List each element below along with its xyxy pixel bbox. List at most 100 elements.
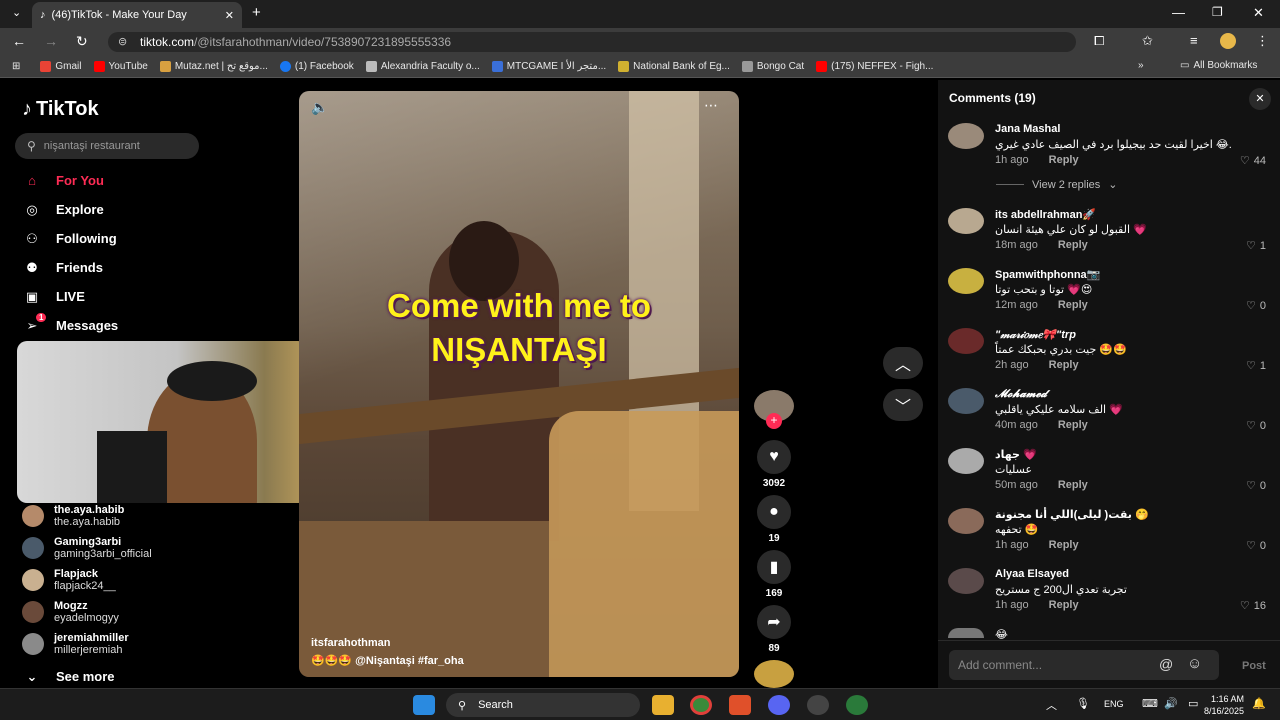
chrome-icon[interactable] [690, 695, 712, 715]
avatar[interactable] [948, 568, 984, 594]
mention-icon[interactable]: @ [1159, 656, 1173, 672]
windows-start-icon[interactable] [413, 695, 435, 715]
avatar[interactable] [948, 123, 984, 149]
nav-explore[interactable]: ◎ Explore [0, 195, 290, 224]
new-tab-icon[interactable]: + [252, 4, 261, 21]
bookmark-bongo-cat[interactable]: Bongo Cat [741, 61, 804, 72]
comment-author[interactable]: Spamwithphonna📷 [995, 268, 1100, 281]
like-button[interactable]: ♥ [757, 440, 791, 474]
reply-button[interactable]: Reply [1049, 539, 1079, 551]
site-info-icon[interactable]: ⊜ [118, 35, 127, 48]
reload-icon[interactable]: ↻ [76, 33, 88, 50]
reply-button[interactable]: Reply [1058, 419, 1088, 431]
more-bookmarks-icon[interactable]: » [1138, 60, 1144, 71]
add-comment-input[interactable]: Add comment... @ ☺ [949, 650, 1219, 680]
view-replies-button[interactable]: View 2 replies ⌄ [996, 178, 1118, 191]
microphone-icon[interactable]: 🎙 [1076, 697, 1090, 710]
followed-account[interactable]: the.aya.habib the.aya.habib [0, 500, 290, 532]
reply-button[interactable]: Reply [1058, 479, 1088, 491]
video-player[interactable]: 🔈 ⋯ Come with me to NIŞANTAŞI itsfarahot… [299, 91, 739, 677]
volume-icon[interactable]: 🔊 [1164, 697, 1178, 710]
next-video-button[interactable]: ﹀ [883, 389, 923, 421]
bookmark-neffex[interactable]: (175) NEFFEX - Figh... [816, 61, 933, 72]
volume-icon[interactable]: 🔈 [311, 99, 328, 116]
music-disc[interactable] [754, 660, 794, 688]
video-description[interactable]: 🤩🤩🤩 @Nişantaşi #far_oha [311, 654, 464, 667]
comment-like[interactable]: ♡ 16 [1240, 599, 1266, 613]
brave-icon[interactable] [729, 695, 751, 715]
profile-avatar[interactable] [1220, 33, 1236, 49]
language-indicator[interactable]: ENG [1104, 699, 1124, 709]
comment-like[interactable]: ♡ 44 [1240, 154, 1266, 168]
see-more-button[interactable]: ⌄ See more [0, 662, 290, 691]
comment-like[interactable]: ♡ 0 [1246, 539, 1266, 553]
followed-account[interactable]: Gaming3arbi gaming3arbi_official [0, 532, 290, 564]
share-button[interactable]: ➦ [757, 605, 791, 639]
avatar[interactable] [948, 268, 984, 294]
comment-like[interactable]: ♡ 0 [1246, 299, 1266, 313]
tray-overflow-icon[interactable]: ︿ [1046, 697, 1057, 713]
bookmark-gmail[interactable]: Gmail [40, 61, 82, 72]
close-window-icon[interactable]: ✕ [1253, 5, 1264, 21]
battery-icon[interactable]: ▭ [1188, 697, 1198, 710]
comment-author[interactable]: جهاد 💗 [995, 448, 1037, 461]
avatar[interactable] [948, 328, 984, 354]
comment-like[interactable]: ♡ 0 [1246, 479, 1266, 493]
reply-button[interactable]: Reply [1058, 239, 1088, 251]
followed-account[interactable]: Flapjack flapjack24__ [0, 564, 290, 596]
more-options-icon[interactable]: ⋯ [704, 97, 718, 114]
avatar[interactable] [948, 628, 984, 638]
tab-search-icon[interactable]: ⌄ [12, 6, 21, 19]
apps-grid-icon[interactable]: ⊞ [12, 61, 20, 72]
browser-tab[interactable]: ♪ (46)TikTok - Make Your Day ✕ [32, 2, 242, 28]
close-comments-icon[interactable]: ✕ [1249, 88, 1271, 110]
clock[interactable]: 1:16 AM 8/16/2025 [1198, 693, 1244, 717]
bookmark-facebook[interactable]: (1) Facebook [279, 61, 354, 72]
forward-icon[interactable]: → [44, 33, 58, 49]
author-avatar[interactable]: + [754, 390, 794, 429]
comment-like[interactable]: ♡ 0 [1246, 419, 1266, 433]
back-icon[interactable]: ← [12, 33, 26, 49]
nav-messages[interactable]: ➢ Messages 1 [0, 311, 290, 340]
comment-author[interactable]: 𝓜𝓸𝓱𝓪𝓶𝓮𝓭 [995, 388, 1047, 401]
reply-button[interactable]: Reply [1049, 154, 1079, 166]
previous-video-button[interactable]: ︿ [883, 347, 923, 379]
close-tab-icon[interactable]: ✕ [225, 9, 234, 22]
taskbar-search[interactable]: ⚲ Search [446, 693, 640, 717]
favorites-icon[interactable]: ✩ [1142, 33, 1153, 49]
avatar[interactable] [948, 388, 984, 414]
followed-account[interactable]: jeremiahmiller millerjeremiah [0, 628, 290, 660]
maximize-icon[interactable]: ❐ [1212, 5, 1223, 19]
whatsapp-icon[interactable] [846, 695, 868, 715]
reply-button[interactable]: Reply [1058, 299, 1088, 311]
nav-friends[interactable]: ⚉ Friends [0, 253, 290, 282]
bookmark-youtube[interactable]: YouTube [93, 61, 148, 72]
comment-author[interactable]: Alyaa Elsayed [995, 568, 1069, 580]
comment-author[interactable]: its abdellrahman🚀 [995, 208, 1096, 221]
file-explorer-icon[interactable] [652, 695, 674, 715]
reply-button[interactable]: Reply [1049, 599, 1079, 611]
media-icon[interactable]: ≡ [1190, 33, 1198, 48]
avatar[interactable] [948, 208, 984, 234]
post-button[interactable]: Post [1242, 660, 1266, 672]
url-input[interactable]: ⊜ tiktok.com/@itsfarahothman/video/75389… [108, 32, 1076, 52]
avatar[interactable] [948, 448, 984, 474]
notifications-icon[interactable]: 🔔 [1252, 697, 1266, 710]
comment-like[interactable]: ♡ 1 [1246, 239, 1266, 253]
nav-following[interactable]: ⚇ Following [0, 224, 290, 253]
followed-account[interactable]: Mogzz eyadelmogyy [0, 596, 290, 628]
nav-live[interactable]: ▣ LIVE [0, 282, 290, 311]
network-icon[interactable]: ⌨ [1142, 697, 1158, 710]
discord-icon[interactable] [768, 695, 790, 715]
app-icon[interactable] [807, 695, 829, 715]
comment-author[interactable]: Jana Mashal [995, 123, 1060, 135]
bookmark-nbe[interactable]: National Bank of Eg... [618, 61, 730, 72]
search-box[interactable]: ⚲ nişantaşi restaurant [15, 133, 199, 159]
reply-button[interactable]: Reply [1049, 359, 1079, 371]
follow-plus-icon[interactable]: + [766, 413, 782, 429]
video-author[interactable]: itsfarahothman [311, 637, 390, 649]
comment-button[interactable]: ● [757, 495, 791, 529]
comment-author[interactable]: بقت( ليلى)اللي أنا مجنونة 🤭 [995, 508, 1149, 521]
nav-for-you[interactable]: ⌂ For You [0, 166, 290, 195]
avatar[interactable] [948, 508, 984, 534]
